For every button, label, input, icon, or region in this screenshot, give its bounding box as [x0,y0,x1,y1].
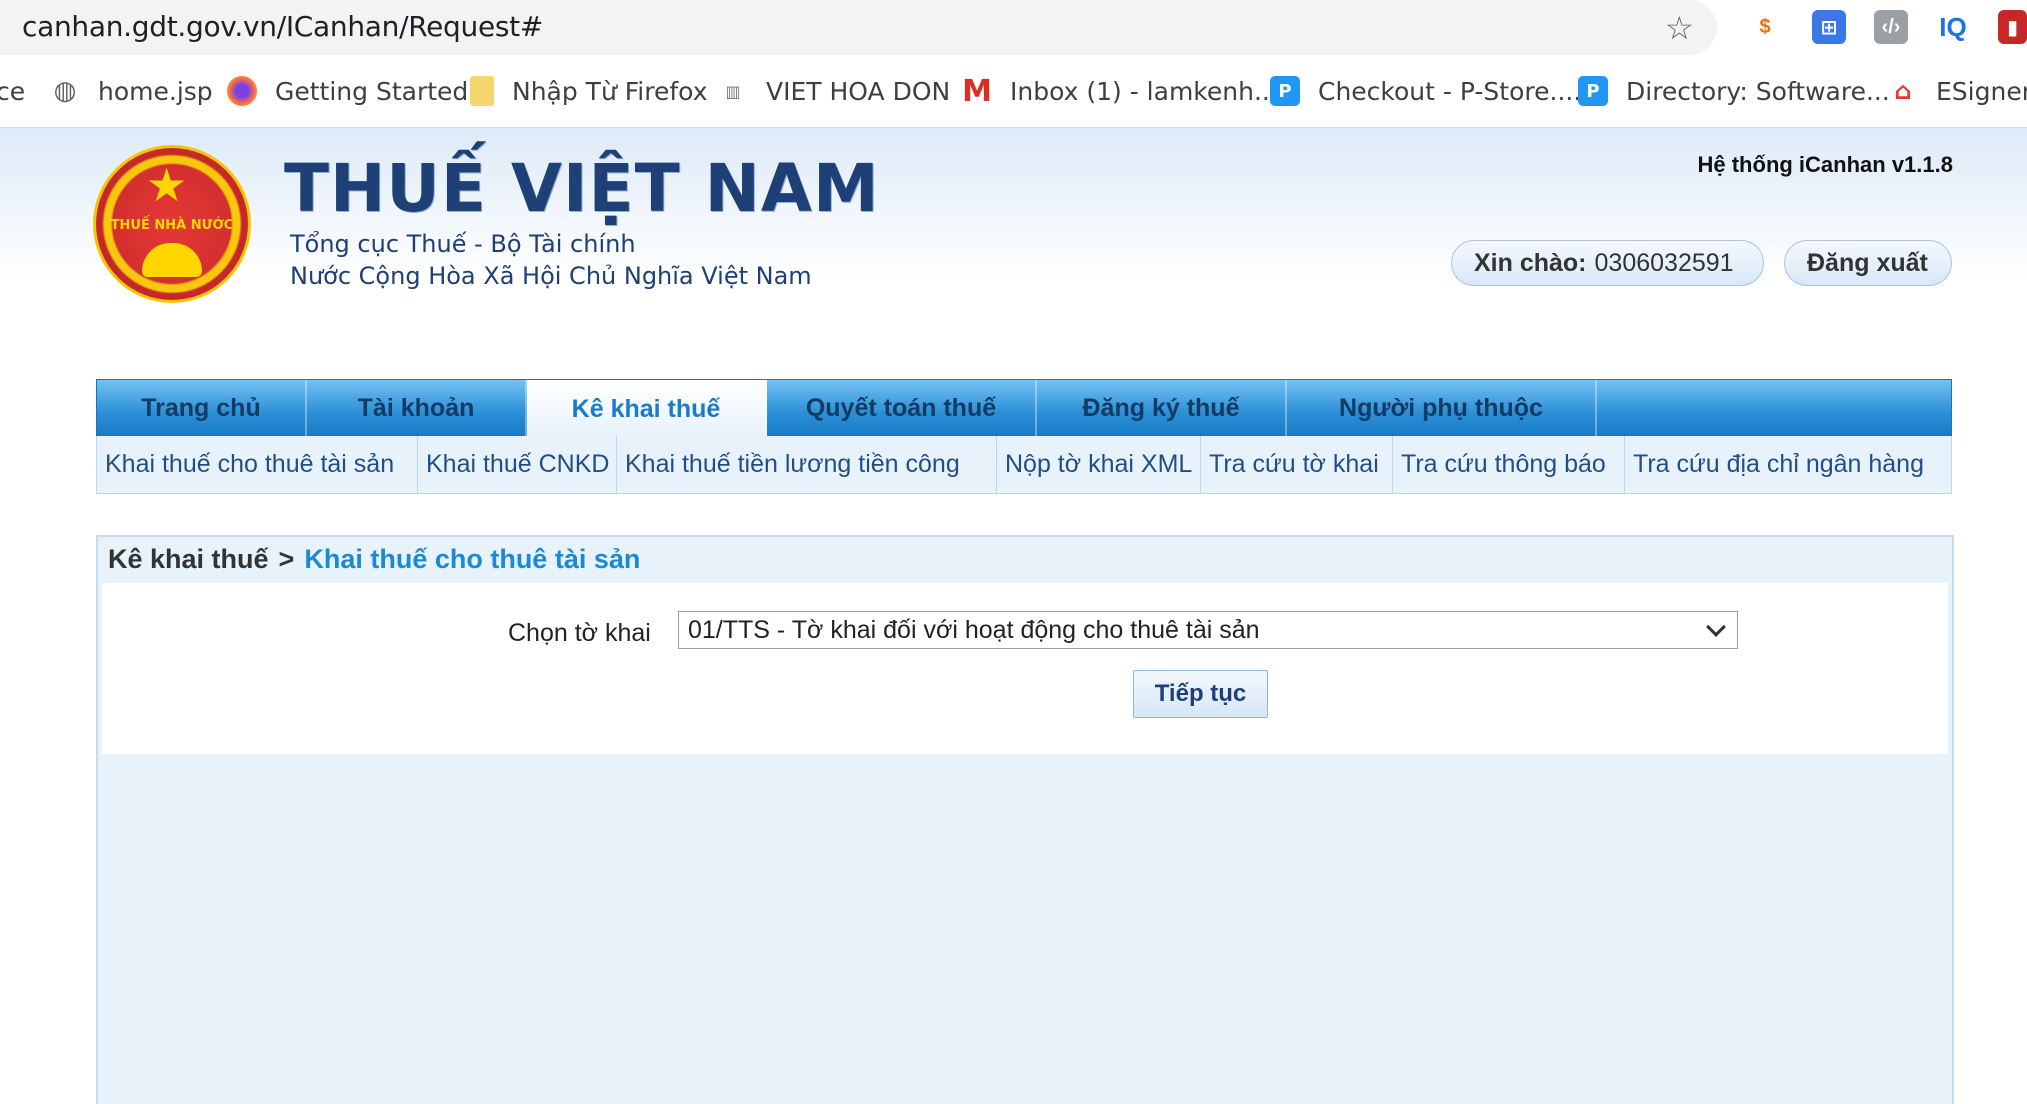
bookmark-item[interactable]: M Inbox (1) - lamkenh... [962,73,1278,109]
extension-iq-icon[interactable]: IQ [1936,10,1970,44]
bookmark-item[interactable]: Getting Started [227,73,468,109]
gear-icon [142,243,202,277]
subnav-item-property-rental[interactable]: Khai thuế cho thuê tài sản [97,436,418,493]
bookmark-item[interactable]: ⌂ ESigner.C [1888,73,2027,109]
breadcrumb-current: Khai thuế cho thuê tài sản [304,543,641,574]
chevron-down-icon [1706,617,1726,637]
star-icon[interactable]: ☆ [1665,9,1694,47]
nav-item-tax-finalization[interactable]: Quyết toán thuế [767,380,1037,437]
extension-translate-icon[interactable]: ⊞ [1812,10,1846,44]
select-label: Chọn tờ khai [508,619,651,647]
extension-coin-icon[interactable]: $ [1748,10,1782,44]
bookmark-item[interactable]: ce [0,73,25,109]
folder-icon [470,76,494,106]
bookmarks-bar: ce ◍ home.jsp Getting Started Nhập Từ Fi… [0,55,2027,128]
logout-button[interactable]: Đăng xuất [1784,240,1952,286]
system-version: Hệ thống iCanhan v1.1.8 [1697,152,1954,177]
breadcrumb-root: Kê khai thuế [108,543,269,574]
breadcrumb-separator: > [278,543,295,574]
esigner-icon: ⌂ [1894,77,1912,105]
subnav-item-lookup-notice[interactable]: Tra cứu thông báo [1393,436,1625,493]
nav-item-home[interactable]: Trang chủ [97,380,307,437]
sub-nav: Khai thuế cho thuê tài sản Khai thuế CNK… [96,436,1952,494]
extension-code-icon[interactable]: ‹/› [1874,10,1908,44]
bookmark-label: ce [0,76,26,106]
bookmark-label: Getting Started [275,76,469,106]
greeting-user: 0306032591 [1594,248,1734,277]
bookmark-item[interactable]: P Directory: Software... [1578,73,1890,109]
star-icon: ★ [146,159,188,211]
bookmark-label: Directory: Software... [1626,76,1890,106]
url-text[interactable]: canhan.gdt.gov.vn/ICanhan/Request# [22,10,543,43]
declaration-select[interactable]: 01/TTS - Tờ khai đối với hoạt động cho t… [678,611,1738,649]
pstore-icon: P [1270,76,1300,106]
globe-icon: ◍ [53,76,77,106]
page: ★ THUẾ NHÀ NƯỚC THUẾ VIỆT NAM Tổng cục T… [0,128,2027,1104]
subnav-item-salary[interactable]: Khai thuế tiền lương tiền công [617,436,997,493]
nav-item-tax-registration[interactable]: Đăng ký thuế [1037,380,1287,437]
nav-item-account[interactable]: Tài khoản [307,380,527,437]
gmail-icon: M [962,73,992,109]
breadcrumb: Kê khai thuế > Khai thuế cho thuê tài sả… [98,537,1952,581]
subnav-item-business[interactable]: Khai thuế CNKD [418,436,617,493]
bookmark-label: Nhập Từ Firefox [512,76,708,106]
subnav-item-lookup-declaration[interactable]: Tra cứu tờ khai [1201,436,1393,493]
national-emblem-logo: ★ THUẾ NHÀ NƯỚC [96,148,248,300]
site-subtitle: Tổng cục Thuế - Bộ Tài chính [290,230,636,258]
continue-button[interactable]: Tiếp tục [1133,670,1268,718]
subnav-item-lookup-bank[interactable]: Tra cứu địa chỉ ngân hàng [1625,436,1951,493]
nav-item-tax-declaration[interactable]: Kê khai thuế [527,380,767,438]
content-panel: Kê khai thuế > Khai thuế cho thuê tài sả… [96,535,1954,1104]
bookmark-label: home.jsp [98,76,213,106]
site-title: THUẾ VIỆT NAM [284,150,880,227]
bookmark-item[interactable]: ▥ VIET HOA DON [718,73,950,109]
bookmark-item[interactable]: ◍ home.jsp [50,73,213,109]
subnav-item-submit-xml[interactable]: Nộp tờ khai XML [997,436,1201,493]
pstore-icon: P [1578,76,1608,106]
nav-item-dependents[interactable]: Người phụ thuộc [1287,380,1597,437]
emblem-text: THUẾ NHÀ NƯỚC [110,218,234,233]
bookmark-label: Inbox (1) - lamkenh... [1010,76,1278,106]
bookmark-label: ESigner.C [1936,76,2027,106]
bookmark-label: Checkout - P-Store.... [1318,76,1582,106]
declaration-select-value: 01/TTS - Tờ khai đối với hoạt động cho t… [688,615,1260,644]
greeting-label: Xin chào: [1474,248,1587,277]
invoice-icon: ▥ [725,81,741,101]
firefox-icon [227,76,257,106]
site-subtitle: Nước Cộng Hòa Xã Hội Chủ Nghĩa Việt Nam [290,262,812,290]
main-nav: Trang chủ Tài khoản Kê khai thuế Quyết t… [96,379,1952,438]
extension-chart-icon[interactable]: ▮ [1998,10,2027,44]
bookmark-item[interactable]: P Checkout - P-Store.... [1270,73,1581,109]
address-bar[interactable]: canhan.gdt.gov.vn/ICanhan/Request# ☆ [0,0,1717,55]
form-area: Chọn tờ khai 01/TTS - Tờ khai đối với ho… [102,583,1948,754]
bookmark-item[interactable]: Nhập Từ Firefox [470,73,707,109]
bookmark-label: VIET HOA DON [766,76,951,106]
user-greeting: Xin chào: 0306032591 [1451,240,1764,286]
